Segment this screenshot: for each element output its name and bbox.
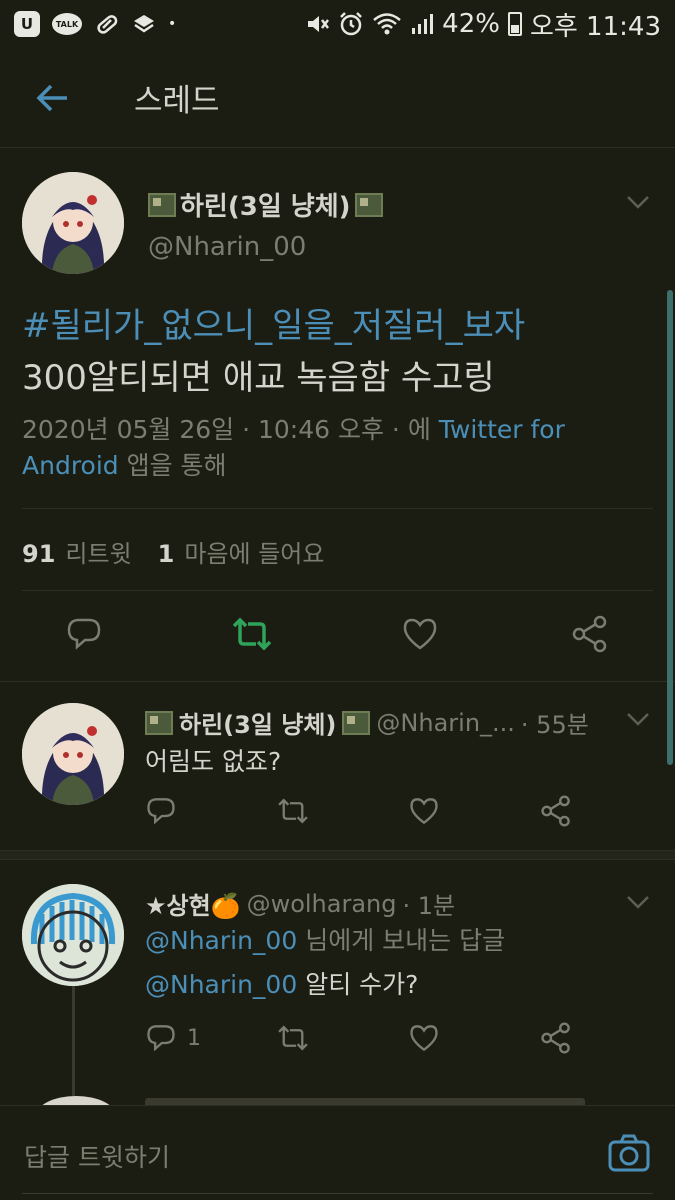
reply-icon [67,618,101,650]
avatar[interactable] [22,172,124,274]
reply-icon [147,1025,175,1052]
thread-screen: U TALK • 42% 오후 11:43 스레드 하린(3일 냥체) @Nha… [0,0,675,1200]
like-label: 마음에 들어요 [184,540,325,568]
reply-button[interactable] [62,612,106,656]
retweet-button[interactable] [276,1018,310,1058]
reply-body: 알티 수가? [297,970,419,999]
share-button[interactable] [568,612,612,656]
night-city-emoji-icon [354,192,383,217]
reply-text: 어림도 없죠? [145,747,282,776]
layers-icon [132,12,156,36]
reply-context-label: 님에게 보내는 답글 [297,926,506,955]
notification-dot: • [168,16,177,32]
retweet-label: 리트윗 [65,540,132,568]
chevron-down-icon[interactable] [623,709,653,729]
retweet-icon [278,798,308,824]
battery-icon [507,12,522,36]
page-title: 스레드 [134,83,220,119]
like-stat[interactable]: 1 마음에 들어요 [158,534,325,569]
night-city-emoji-icon [145,710,173,735]
mute-icon [304,11,330,37]
reply-header: 하린(3일 냥체) @Nharin_... · 55분 [145,705,589,740]
reply-time: · 55분 [520,711,589,739]
share-button[interactable] [540,791,572,831]
focused-tweet: 하린(3일 냥체) @Nharin_00 #될리가_없으니_일을_저질러_보자 … [0,150,675,682]
battery-percent: 42% [442,9,500,39]
reply-header: ★상현🍊 @wolharang · 1분 [145,886,455,921]
retweet-icon [232,617,272,651]
like-button[interactable] [408,1018,440,1058]
retweet-icon [278,1025,308,1051]
user-handle[interactable]: @Nharin_... [376,709,515,737]
like-count: 1 [157,540,175,568]
section-separator [0,850,675,860]
share-icon [572,615,607,653]
hashtag-link[interactable]: #될리가_없으니_일을_저질러_보자 [22,306,525,346]
divider [22,508,653,509]
reply-tweet[interactable]: 하린(3일 냥체) @Nharin_... · 55분 어림도 없죠? [0,683,675,843]
composer-underline [22,1193,653,1194]
display-name[interactable]: 하린(3일 냥체) [148,186,383,223]
retweet-stat[interactable]: 91 리트윗 [22,534,132,569]
kakaotalk-icon: TALK [52,13,82,35]
heart-icon [403,618,437,650]
retweet-button[interactable] [276,791,310,831]
chevron-down-icon[interactable] [623,192,653,212]
share-icon [541,795,570,827]
wifi-icon [372,11,402,37]
status-bar: U TALK • 42% 오후 11:43 [0,0,675,48]
avatar[interactable] [22,703,124,805]
night-city-emoji-icon [148,192,176,217]
night-city-emoji-icon [342,710,371,735]
mention-link[interactable]: @Nharin_00 [145,970,297,999]
scrollbar[interactable] [667,290,673,765]
pill-icon [94,11,120,37]
back-arrow-icon [36,84,67,111]
reply-count: 1 [187,1025,201,1051]
reply-time: · 1분 [402,892,456,920]
share-icon [541,1022,570,1054]
mention-link[interactable]: @Nharin_00 [145,926,297,955]
reply-icon [147,798,175,825]
heart-icon [410,798,438,825]
tweet-meta: 2020년 05월 26일 · 10:46 오후 · 에 Twitter for… [22,412,652,484]
back-button[interactable] [24,70,80,126]
source-suffix: 앱을 통해 [118,451,227,480]
display-name[interactable]: 하린(3일 냥체) [179,705,336,740]
reply-button[interactable] [145,791,177,831]
heart-icon [410,1025,438,1052]
retweet-count: 91 [22,540,56,568]
user-handle[interactable]: @wolharang [247,890,397,918]
divider [22,590,653,591]
like-button[interactable] [398,612,442,656]
chevron-down-icon[interactable] [623,892,653,912]
tweet-body: 300알티되면 애교 녹음함 수고링 [22,358,495,398]
reply-input[interactable]: 답글 트윗하기 [24,1138,170,1174]
tweet-text: #될리가_없으니_일을_저질러_보자 300알티되면 애교 녹음함 수고링 [22,300,652,404]
camera-icon [608,1134,650,1172]
app-u-icon: U [14,11,40,37]
reply-button[interactable]: 1 [145,1018,201,1058]
alarm-icon [338,11,364,37]
display-name-text: 하린(3일 냥체) [180,192,351,222]
signal-icon [410,12,434,36]
reply-text: @Nharin_00 알티 수가? [145,964,418,1006]
status-time: 오후 11:43 [529,11,661,42]
display-name[interactable]: ★상현🍊 [145,886,241,921]
share-button[interactable] [540,1018,572,1058]
retweet-button[interactable] [230,612,274,656]
tweet-stats: 91 리트윗 1 마음에 들어요 [22,534,324,569]
camera-button[interactable] [607,1132,651,1176]
reply-composer[interactable]: 답글 트윗하기 [0,1105,675,1200]
reply-context: @Nharin_00 님에게 보내는 답글 [145,920,505,962]
user-handle[interactable]: @Nharin_00 [148,232,306,262]
timestamp: 2020년 05월 26일 · 10:46 오후 · 에 [22,415,439,444]
top-app-bar: 스레드 [0,48,675,148]
reply-tweet[interactable]: ★상현🍊 @wolharang · 1분 @Nharin_00 님에게 보내는 … [0,862,675,1126]
avatar[interactable] [22,884,124,986]
tweet-actions [0,612,675,662]
like-button[interactable] [408,791,440,831]
